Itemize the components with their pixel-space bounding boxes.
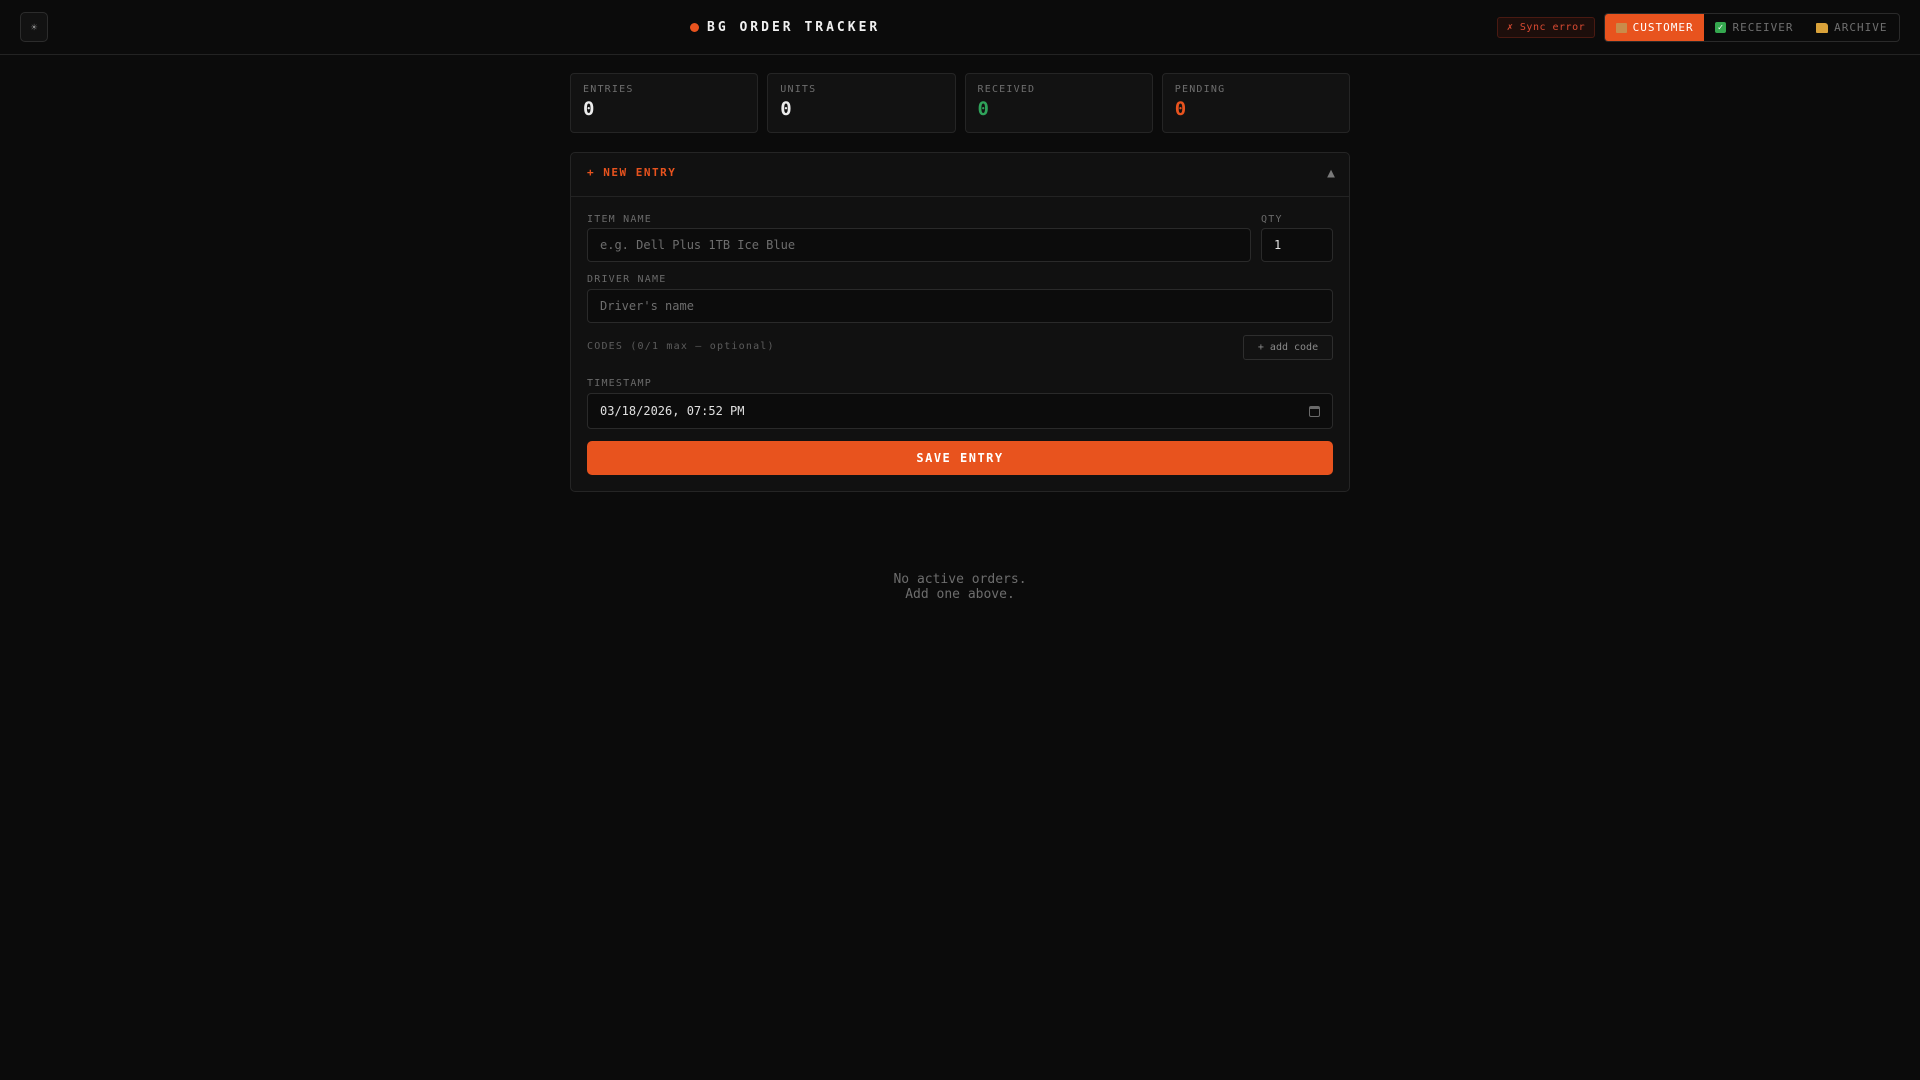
save-entry-button[interactable]: SAVE ENTRY: [587, 441, 1333, 475]
new-entry-panel: + NEW ENTRY ▲ ITEM NAME QTY DRIVER NAME …: [570, 152, 1350, 492]
stat-value: 0: [1174, 98, 1187, 120]
stats-row: ENTRIES 0 UNITS 0 RECEIVED 0 PENDING 0: [570, 73, 1350, 133]
theme-toggle-button[interactable]: ☀: [20, 12, 48, 42]
empty-state-line: Add one above.: [905, 587, 1015, 602]
qty-input[interactable]: [1261, 228, 1333, 262]
check-icon: ✓: [1715, 22, 1727, 33]
stat-label: ENTRIES: [583, 84, 634, 95]
empty-state: No active orders. Add one above.: [570, 572, 1350, 602]
stat-label: PENDING: [1174, 84, 1226, 95]
top-bar: ☀ BG ORDER TRACKER ✗ Sync error CUSTOMER…: [0, 0, 1920, 55]
tab-archive-label: ARCHIVE: [1834, 21, 1888, 34]
stat-value: 0: [583, 98, 595, 120]
calendar-icon[interactable]: [1309, 405, 1320, 417]
stat-units: UNITS 0: [767, 73, 956, 133]
driver-name-input[interactable]: [587, 289, 1333, 323]
stat-value: 0: [780, 98, 792, 120]
tab-receiver[interactable]: ✓ RECEIVER: [1704, 14, 1804, 41]
add-code-button[interactable]: + add code: [1243, 335, 1333, 360]
folder-icon: [1816, 22, 1829, 33]
tab-archive[interactable]: ARCHIVE: [1805, 14, 1899, 41]
new-entry-title: + NEW ENTRY: [587, 166, 677, 179]
stat-entries: ENTRIES 0: [570, 73, 759, 133]
new-entry-header[interactable]: + NEW ENTRY ▲: [571, 153, 1349, 197]
timestamp-value: 03/18/2026, 07:52 PM: [600, 404, 745, 418]
status-dot-icon: [690, 22, 699, 32]
tab-customer-label: CUSTOMER: [1632, 21, 1694, 34]
codes-label: CODES (0/1 max — optional): [587, 341, 775, 352]
tab-customer[interactable]: CUSTOMER: [1605, 14, 1705, 41]
stat-pending: PENDING 0: [1161, 73, 1350, 133]
timestamp-label: TIMESTAMP: [587, 378, 652, 389]
qty-label: QTY: [1261, 214, 1283, 225]
empty-state-line: No active orders.: [893, 572, 1027, 587]
item-name-input[interactable]: [587, 228, 1251, 262]
item-name-label: ITEM NAME: [587, 214, 652, 225]
sun-icon: ☀: [30, 20, 38, 34]
stat-value: 0: [977, 98, 989, 120]
collapse-icon[interactable]: ▲: [1327, 166, 1335, 181]
brand: BG ORDER TRACKER: [690, 16, 880, 38]
package-icon: [1615, 22, 1627, 33]
driver-name-label: DRIVER NAME: [587, 274, 667, 285]
app-title: BG ORDER TRACKER: [707, 19, 881, 35]
stat-received: RECEIVED 0: [964, 73, 1153, 133]
timestamp-input[interactable]: 03/18/2026, 07:52 PM: [587, 393, 1333, 429]
stat-label: RECEIVED: [977, 84, 1036, 95]
stat-label: UNITS: [780, 84, 817, 95]
role-tabs: CUSTOMER ✓ RECEIVER ARCHIVE: [1604, 13, 1900, 42]
sync-status-badge: ✗ Sync error: [1497, 17, 1595, 38]
tab-receiver-label: RECEIVER: [1732, 21, 1794, 34]
